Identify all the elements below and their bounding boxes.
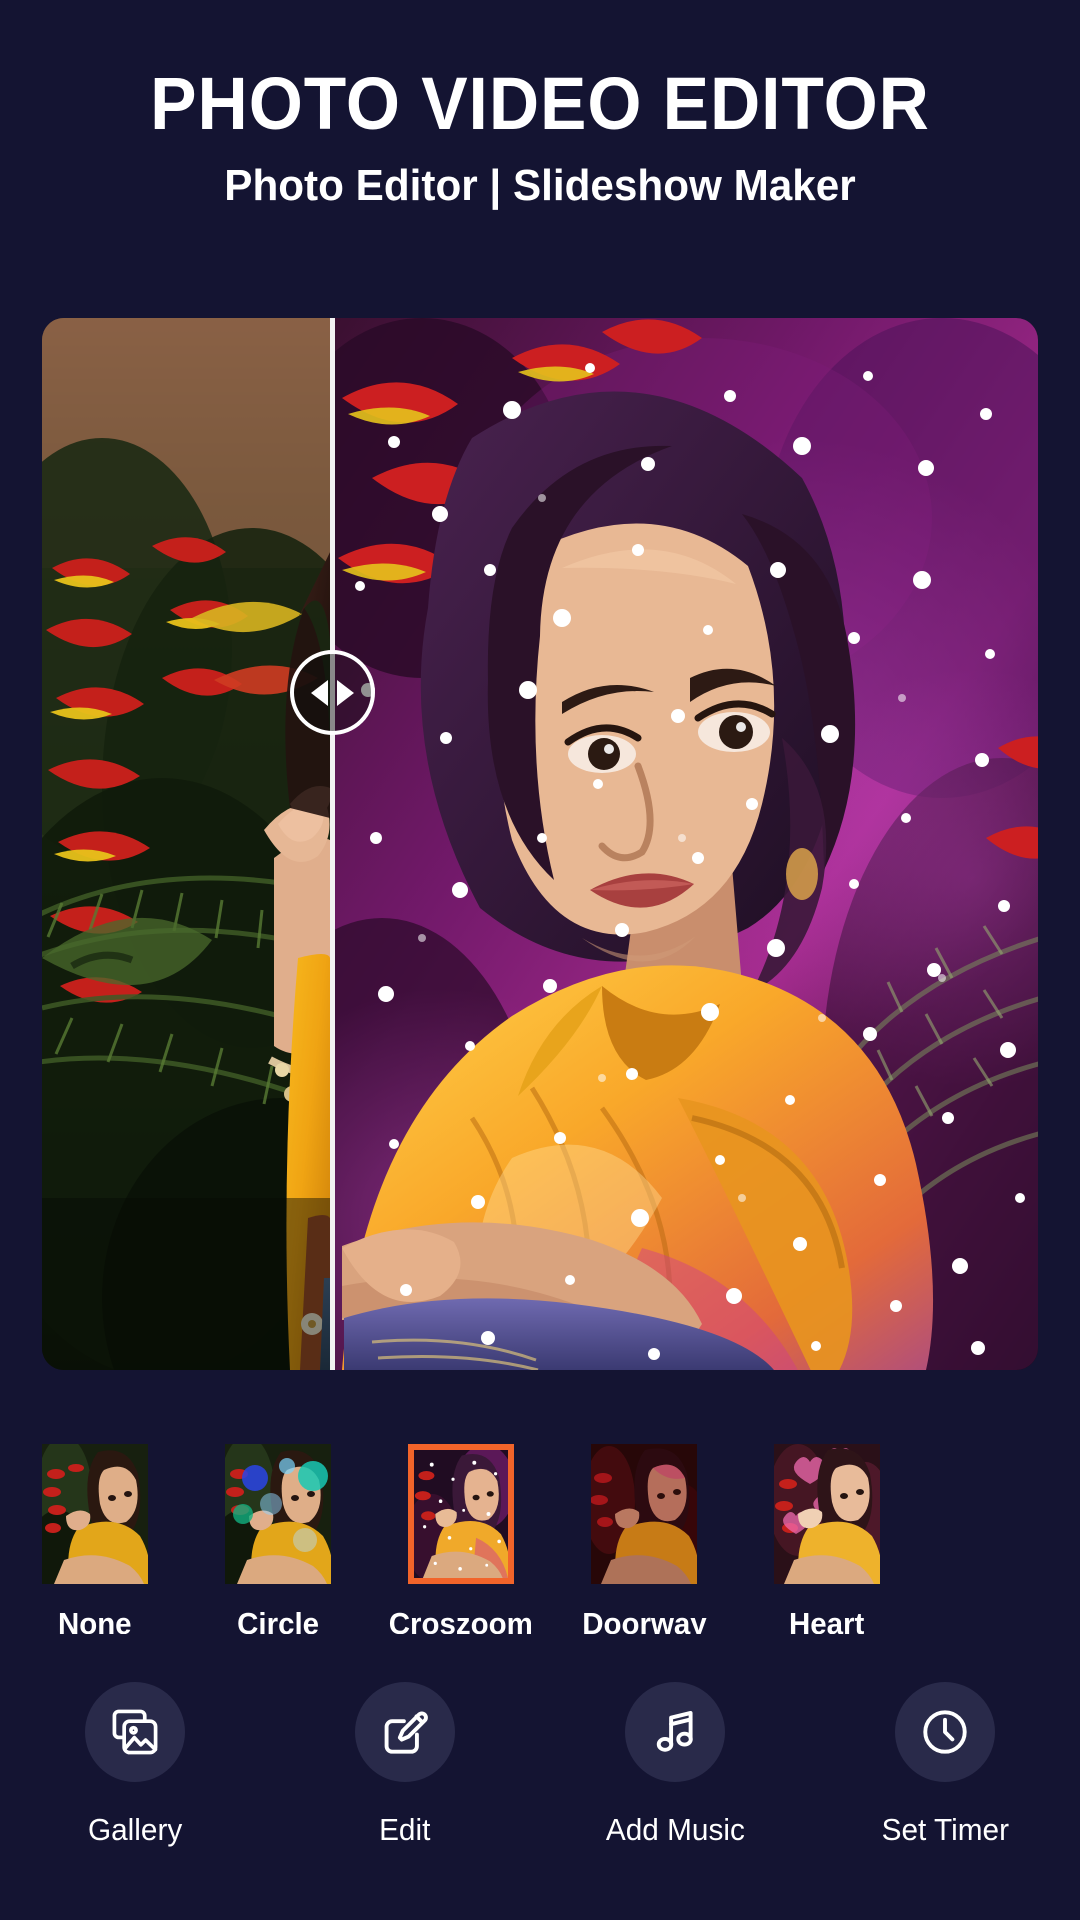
preview-image[interactable]	[42, 318, 1038, 1370]
set-timer-button[interactable]	[895, 1682, 995, 1782]
filter-item-heart[interactable]: Heart	[774, 1444, 880, 1634]
header: PHOTO VIDEO EDITOR Photo Editor | Slides…	[0, 0, 1080, 212]
bottom-toolbar: Gallery Edit Add Music Set Timer	[0, 1682, 1080, 1920]
app-root: PHOTO VIDEO EDITOR Photo Editor | Slides…	[0, 0, 1080, 1920]
filter-item-croszoom[interactable]: Croszoom	[389, 1444, 533, 1634]
edit-pencil-icon	[384, 1711, 428, 1754]
toolbar-label-add-music: Add Music	[605, 1812, 745, 1847]
filter-thumb-none[interactable]	[42, 1444, 148, 1584]
gallery-icon	[112, 1709, 158, 1755]
toolbar-label-edit: Edit	[379, 1812, 431, 1847]
filter-item-doorway[interactable]: Doorway	[582, 1444, 706, 1634]
app-subtitle: Photo Editor | Slideshow Maker	[224, 161, 856, 210]
filter-item-none[interactable]: None	[42, 1444, 148, 1634]
filter-label-doorway: Doorway	[581, 1606, 707, 1634]
compare-slider-handle[interactable]	[290, 650, 375, 735]
triangle-left-icon	[311, 679, 328, 706]
app-title: PHOTO VIDEO EDITOR	[150, 62, 930, 145]
filter-label-croszoom: Croszoom	[389, 1606, 534, 1634]
add-music-button[interactable]	[625, 1682, 725, 1782]
toolbar-item-edit[interactable]: Edit	[270, 1682, 540, 1920]
filter-item-circle[interactable]: Circle	[225, 1444, 331, 1634]
gallery-button[interactable]	[85, 1682, 185, 1782]
filter-thumb-croszoom[interactable]	[408, 1444, 514, 1584]
filter-track: None Circle Croszoom Doorway Heart	[42, 1444, 880, 1634]
toolbar-item-add-music[interactable]: Add Music	[540, 1682, 810, 1920]
filter-label-circle: Circle	[237, 1606, 319, 1634]
triangle-right-icon	[337, 679, 354, 706]
toolbar-item-gallery[interactable]: Gallery	[0, 1682, 270, 1920]
toolbar-label-set-timer: Set Timer	[881, 1812, 1009, 1847]
filter-label-none: None	[58, 1606, 132, 1634]
music-note-icon	[656, 1710, 693, 1752]
filter-label-heart: Heart	[789, 1606, 865, 1634]
clock-icon	[923, 1710, 967, 1754]
compare-divider	[330, 318, 335, 1370]
edit-button[interactable]	[355, 1682, 455, 1782]
filter-thumb-heart[interactable]	[774, 1444, 880, 1584]
filter-strip[interactable]: None Circle Croszoom Doorway Heart	[0, 1444, 1080, 1634]
filter-thumb-doorway[interactable]	[591, 1444, 697, 1584]
filter-thumb-circle[interactable]	[225, 1444, 331, 1584]
toolbar-label-gallery: Gallery	[87, 1812, 183, 1847]
toolbar-item-set-timer[interactable]: Set Timer	[810, 1682, 1080, 1920]
